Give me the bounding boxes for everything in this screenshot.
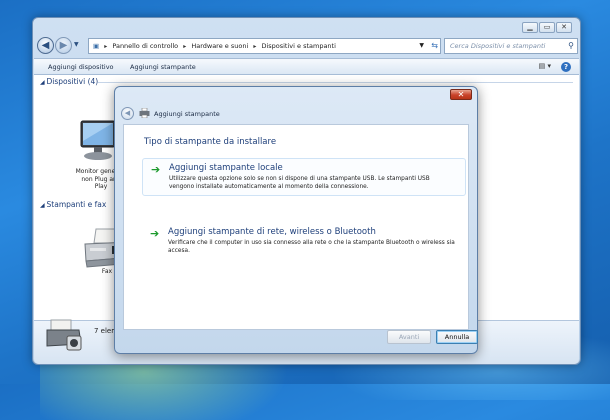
option-description: Verificare che il computer in uso sia co… [168, 240, 455, 254]
minimize-button[interactable]: ▁ [522, 22, 538, 33]
address-dropdown-icon[interactable]: ▼ [419, 39, 424, 53]
add-printer-dialog: ✕ ◀ Aggiungi stampante Tipo di stampante… [114, 86, 478, 354]
help-icon[interactable]: ? [561, 62, 571, 72]
add-printer-button[interactable]: Aggiungi stampante [130, 63, 196, 71]
cancel-button[interactable]: Annulla [436, 330, 478, 344]
dialog-back-button[interactable]: ◀ [121, 107, 134, 120]
dialog-footer: Avanti Annulla [123, 326, 478, 348]
printer-icon [139, 108, 150, 118]
navigation-bar: ◀ ▶ ▼ ▣ ▸ Pannello di controllo ▸ Hardwa… [37, 36, 578, 56]
refresh-icon[interactable]: ⇆ [431, 39, 438, 53]
add-local-printer-option[interactable]: ➔ Aggiungi stampante locale Utilizzare q… [142, 158, 466, 196]
forward-button[interactable]: ▶ [55, 37, 72, 54]
back-button[interactable]: ◀ [37, 37, 54, 54]
group-divider [98, 82, 573, 83]
command-bar: Aggiungi dispositivo Aggiungi stampante … [34, 58, 579, 75]
green-arrow-icon: ➔ [150, 227, 160, 240]
dialog-body: Tipo di stampante da installare ➔ Aggiun… [123, 124, 469, 330]
window-controls: ▁ ▭ ✕ [522, 22, 572, 33]
devices-group-header[interactable]: ◢ Dispositivi (4) [40, 77, 98, 86]
option-title: Aggiungi stampante di rete, wireless o B… [168, 227, 376, 237]
breadcrumb-devices-printers[interactable]: Dispositivi e stampanti [261, 42, 335, 50]
maximize-button[interactable]: ▭ [539, 22, 555, 33]
dialog-title: Aggiungi stampante [154, 110, 220, 118]
add-device-button[interactable]: Aggiungi dispositivo [48, 63, 114, 71]
view-options-icon[interactable]: ▤ ▾ [539, 62, 551, 72]
next-button[interactable]: Avanti [387, 330, 431, 344]
search-input[interactable]: Cerca Dispositivi e stampanti ⚲ [444, 38, 578, 54]
add-network-printer-option[interactable]: ➔ Aggiungi stampante di rete, wireless o… [142, 223, 466, 259]
control-panel-icon: ▣ [93, 42, 100, 50]
dialog-close-button[interactable]: ✕ [450, 89, 472, 100]
toolbar-right-group: ▤ ▾ ? [539, 62, 571, 72]
green-arrow-icon: ➔ [151, 163, 161, 176]
breadcrumb-control-panel[interactable]: Pannello di controllo [112, 42, 178, 50]
close-window-button[interactable]: ✕ [556, 22, 572, 33]
option-title: Aggiungi stampante locale [169, 163, 283, 173]
recent-pages-dropdown[interactable]: ▼ [74, 41, 79, 48]
address-bar[interactable]: ▣ ▸ Pannello di controllo ▸ Hardware e s… [88, 38, 441, 54]
search-placeholder: Cerca Dispositivi e stampanti [450, 42, 546, 50]
monitor-icon[interactable] [79, 119, 119, 163]
option-description: Utilizzare questa opzione solo se non si… [169, 176, 430, 190]
printer-type-heading: Tipo di stampante da installare [144, 137, 277, 147]
search-icon[interactable]: ⚲ [568, 39, 574, 53]
printers-group-header[interactable]: ◢ Stampanti e fax [40, 200, 106, 209]
details-printer-icon [46, 319, 82, 351]
dialog-header: ◀ Aggiungi stampante [121, 105, 471, 125]
breadcrumb-hardware-sound[interactable]: Hardware e suoni [191, 42, 248, 50]
